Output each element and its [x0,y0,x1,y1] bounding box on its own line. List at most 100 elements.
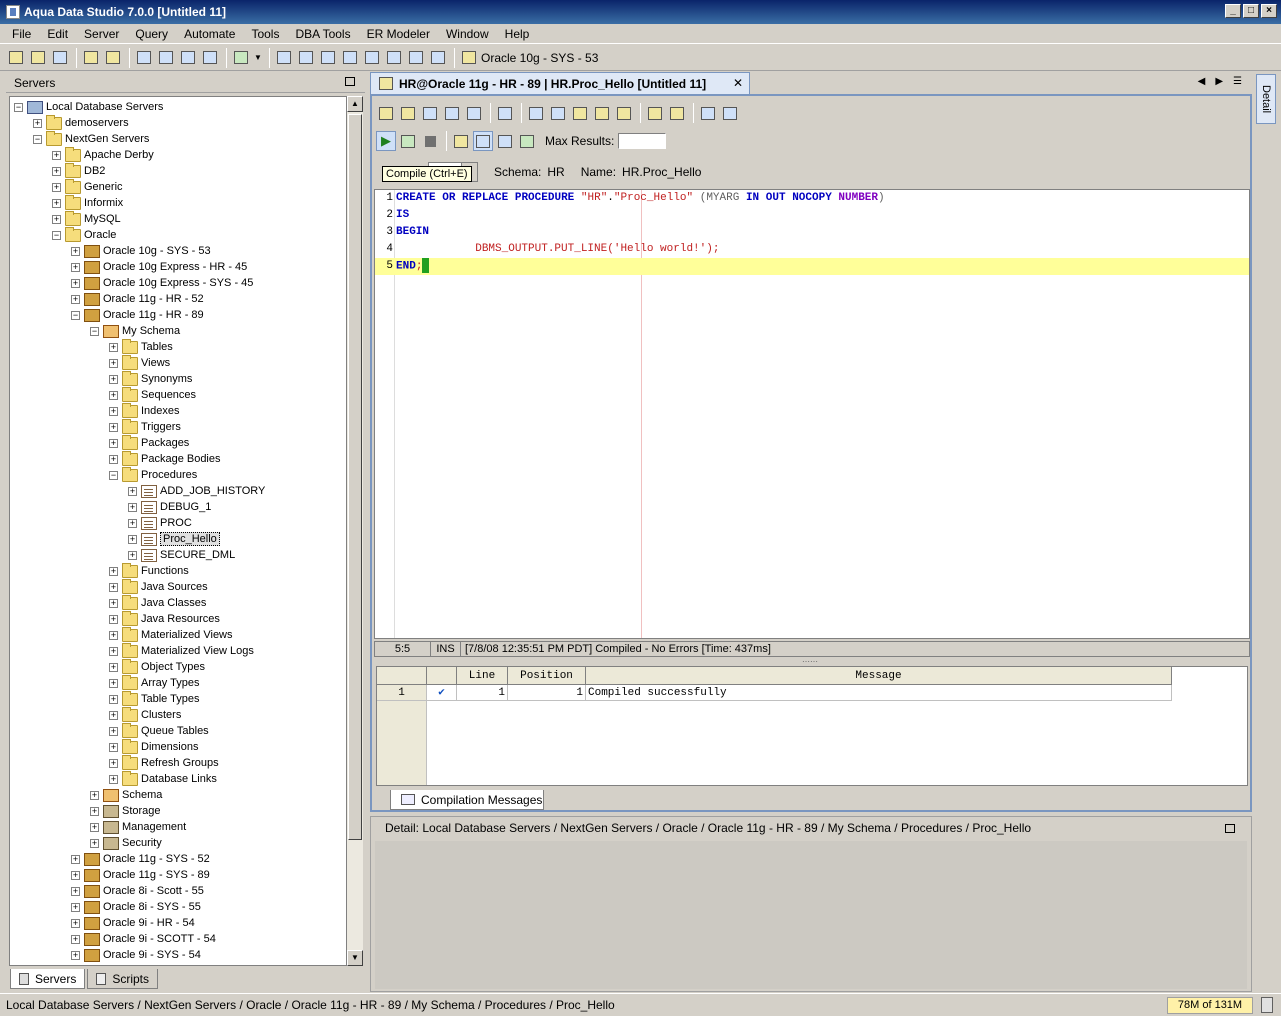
expand-icon[interactable]: + [109,598,118,608]
expand-icon[interactable]: + [52,214,61,224]
expand-icon[interactable]: + [109,614,118,624]
maximize-button[interactable]: □ [1243,4,1259,18]
tree-node[interactable]: + Oracle 10g - SYS - 53 [71,243,211,259]
editor-tab[interactable]: HR@Oracle 11g - HR - 89 | HR.Proc_Hello … [370,72,750,94]
close-tab-icon[interactable]: ✕ [733,76,743,90]
tree-node[interactable]: + Clusters [109,706,181,723]
tab-servers[interactable]: Servers [10,969,86,989]
dropdown-arrow-icon[interactable]: ▼ [253,48,263,68]
undo-icon[interactable] [592,103,612,123]
expand-icon[interactable]: + [71,886,80,896]
tree-node[interactable]: + Java Classes [109,594,206,611]
expand-icon[interactable]: + [52,198,61,208]
tree-node[interactable]: + Oracle 11g - HR - 52 [71,291,204,307]
message-column-header[interactable]: Message [586,667,1172,685]
code-editor[interactable]: 1 CREATE OR REPLACE PROCEDURE "HR"."Proc_… [374,189,1250,639]
menu-server[interactable]: Server [76,27,127,41]
tree-node[interactable]: + Proc_Hello [128,531,220,547]
query-analyzer-icon[interactable] [156,48,176,68]
expand-icon[interactable]: + [109,390,118,400]
disconnect-icon[interactable] [103,48,123,68]
tree-node[interactable]: + Tables [109,338,173,355]
tree-node[interactable]: + Oracle 8i - SYS - 55 [71,899,201,915]
tab-prev-icon[interactable]: ◀ [1198,76,1206,87]
tree-node[interactable]: + Refresh Groups [109,754,219,771]
menu-edit[interactable]: Edit [39,27,76,41]
expand-icon[interactable]: + [71,854,80,864]
grid-results-icon[interactable] [473,131,493,151]
menu-er-modeler[interactable]: ER Modeler [359,27,438,41]
expand-icon[interactable]: + [71,934,80,944]
debug-icon[interactable] [398,131,418,151]
expand-icon[interactable]: + [71,262,80,272]
collapse-icon[interactable]: − [33,134,42,144]
query-window-icon[interactable] [134,48,154,68]
scroll-down-icon[interactable]: ▼ [347,950,363,966]
view-icon-8[interactable] [428,48,448,68]
stop-icon[interactable] [420,131,440,151]
server-properties-icon[interactable] [50,48,70,68]
collapse-icon[interactable]: − [90,326,99,336]
view-icon-7[interactable] [406,48,426,68]
view-icon-2[interactable] [296,48,316,68]
text-results-icon[interactable] [495,131,515,151]
expand-icon[interactable]: + [90,822,99,832]
view-icon-3[interactable] [318,48,338,68]
tree-node[interactable]: + Storage [90,803,161,819]
view-icon-5[interactable] [362,48,382,68]
view-icon-4[interactable] [340,48,360,68]
execute-options-icon[interactable] [451,131,471,151]
expand-icon[interactable]: + [109,646,118,656]
scroll-thumb[interactable] [348,114,362,840]
tree-node[interactable]: + Oracle 10g Express - HR - 45 [71,259,247,275]
menu-tools[interactable]: Tools [243,27,287,41]
menu-file[interactable]: File [4,27,39,41]
max-results-input[interactable] [618,133,667,149]
menu-query[interactable]: Query [127,27,176,41]
expand-icon[interactable]: + [33,118,42,128]
tree-node[interactable]: + Array Types [109,674,200,691]
tree-node[interactable]: + Oracle 11g - SYS - 89 [71,867,210,883]
tree-node[interactable]: + Queue Tables [109,722,209,739]
collapse-icon[interactable]: − [14,102,23,112]
expand-icon[interactable]: + [90,790,99,800]
tree-node[interactable]: + Oracle 10g Express - SYS - 45 [71,275,253,291]
collapse-icon[interactable]: − [52,230,61,240]
tab-scripts[interactable]: Scripts [87,969,159,989]
tree-node[interactable]: + Apache Derby [52,146,154,163]
active-server-label[interactable]: Oracle 10g - SYS - 53 [481,51,598,65]
paste-icon[interactable] [570,103,590,123]
expand-icon[interactable]: + [128,534,137,544]
tree-node[interactable]: + Indexes [109,402,180,419]
find-icon[interactable] [645,103,665,123]
expand-icon[interactable]: + [71,294,80,304]
expand-icon[interactable]: + [90,838,99,848]
compile-play-icon[interactable]: ▶ [376,131,396,151]
expand-icon[interactable]: + [109,422,118,432]
restore-panel-icon[interactable] [345,77,355,86]
minimize-button[interactable]: _ [1225,4,1241,18]
unregister-server-icon[interactable] [28,48,48,68]
menu-help[interactable]: Help [497,27,538,41]
new-script-icon[interactable] [231,48,251,68]
expand-icon[interactable]: + [71,950,80,960]
expand-icon[interactable]: + [109,742,118,752]
expand-icon[interactable]: + [109,678,118,688]
connect-icon[interactable] [81,48,101,68]
splitter-grip[interactable]: ⋯⋯ [802,657,818,666]
save-as-icon[interactable] [442,103,462,123]
menu-window[interactable]: Window [438,27,497,41]
tab-compilation-messages[interactable]: Compilation Messages [390,790,544,810]
expand-icon[interactable]: + [71,918,80,928]
tree-node[interactable]: − Local Database Servers [14,99,163,115]
expand-icon[interactable]: + [71,278,80,288]
tab-list-icon[interactable]: ☰ [1233,76,1242,87]
expand-icon[interactable]: + [109,406,118,416]
tree-node[interactable]: + ADD_JOB_HISTORY [128,483,265,499]
tree-node[interactable]: + Oracle 9i - SCOTT - 54 [71,931,216,947]
expand-icon[interactable]: + [109,774,118,784]
format-icon[interactable] [698,103,718,123]
tree-node[interactable]: + Package Bodies [109,450,221,467]
tree-node[interactable]: + Views [109,354,170,371]
expand-icon[interactable]: + [52,182,61,192]
